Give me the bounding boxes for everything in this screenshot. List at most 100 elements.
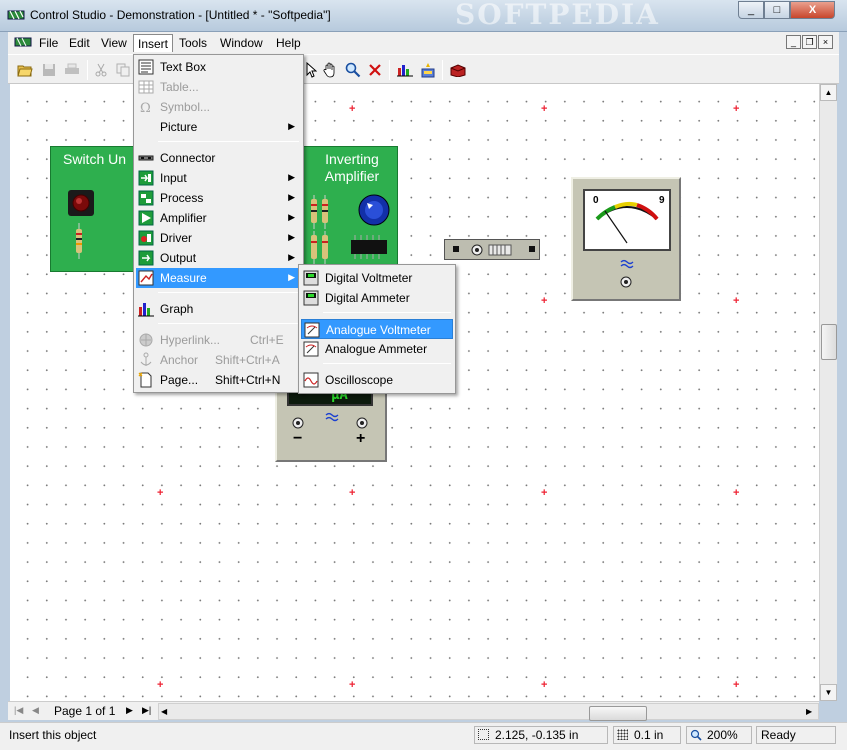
insert-menu: Text Box Table... Ω Symbol... Picture ▶ … [133, 54, 304, 393]
terminal-left [453, 246, 459, 252]
menu-item-anchor[interactable]: Anchor Shift+Ctrl+A [136, 350, 301, 370]
menu-item-table[interactable]: Table... [136, 77, 301, 97]
horizontal-scrollbar[interactable]: ◀ ▶ [158, 703, 819, 721]
menu-help[interactable]: Help [272, 34, 305, 52]
menu-item-label: Hyperlink... [160, 333, 221, 347]
menu-item-label: Connector [160, 151, 216, 165]
plus-label: + [356, 430, 366, 447]
menu-item-analogue-voltmeter[interactable]: Analogue Voltmeter [301, 319, 453, 339]
menu-item-input[interactable]: Input ▶ [136, 168, 301, 188]
menu-item-connector[interactable]: Connector [136, 148, 301, 168]
menu-edit[interactable]: Edit [65, 34, 94, 52]
menu-item-analogue-ammeter[interactable]: Analogue Ammeter [301, 339, 453, 359]
menu-item-process[interactable]: Process ▶ [136, 188, 301, 208]
zoom-panel[interactable]: 200% [686, 726, 752, 744]
state-panel: Ready [756, 726, 836, 744]
menu-file[interactable]: File [35, 34, 62, 52]
toolbar-separator [87, 60, 88, 80]
menu-item-hyperlink[interactable]: Hyperlink... Ctrl+E [136, 330, 301, 350]
vertical-scroll-thumb[interactable] [821, 324, 837, 360]
print-icon[interactable] [63, 61, 81, 79]
prev-page-icon[interactable]: ◀ [32, 705, 39, 716]
analogue-voltmeter-component[interactable]: 0 9 [571, 177, 681, 301]
doc-minimize-button[interactable]: _ [786, 35, 801, 49]
hand-pan-icon[interactable] [321, 61, 339, 79]
menu-item-oscilloscope[interactable]: Oscilloscope [301, 370, 453, 390]
measure-icon [138, 270, 154, 286]
title-bar[interactable]: Control Studio - Demonstration - [Untitl… [0, 0, 847, 32]
vertical-scrollbar[interactable]: ▲ ▼ [819, 84, 837, 701]
submenu-arrow-icon: ▶ [288, 252, 295, 262]
doc-close-button[interactable]: × [818, 35, 833, 49]
menu-window[interactable]: Window [216, 34, 267, 52]
grid-marker: + [349, 487, 356, 499]
zoom-icon[interactable] [344, 61, 362, 79]
minimize-button[interactable]: _ [738, 1, 764, 19]
component-library-icon[interactable] [449, 61, 467, 79]
grid-marker: + [541, 487, 548, 499]
doc-restore-button[interactable]: ❐ [802, 35, 817, 49]
scroll-left-arrow-icon[interactable]: ◀ [161, 707, 167, 716]
first-page-icon[interactable]: |◀ [14, 705, 23, 716]
menu-item-measure[interactable]: Measure ▶ [136, 268, 301, 288]
maximize-button[interactable]: □ [764, 1, 790, 19]
connector-icon [138, 155, 154, 161]
last-page-icon[interactable]: ▶| [142, 705, 151, 716]
scroll-down-arrow-icon[interactable]: ▼ [820, 684, 837, 701]
delete-icon[interactable] [366, 61, 384, 79]
menu-item-amplifier[interactable]: Amplifier ▶ [136, 208, 301, 228]
menu-item-graph[interactable]: Graph [136, 299, 301, 319]
close-button[interactable]: X [790, 1, 835, 19]
copy-icon[interactable] [114, 61, 132, 79]
switch-unit-block[interactable]: Switch Un [50, 146, 145, 272]
menu-item-driver[interactable]: Driver ▶ [136, 228, 301, 248]
measure-submenu: Digital Voltmeter Digital Ammeter Analog… [298, 264, 456, 394]
omega-symbol-icon: Ω [140, 101, 151, 115]
submenu-arrow-icon: ▶ [288, 232, 295, 242]
app-icon[interactable] [7, 8, 25, 22]
grid-marker: + [157, 679, 164, 691]
menu-item-shortcut: Ctrl+E [250, 333, 284, 347]
menu-item-label: Process [160, 191, 204, 205]
document-icon[interactable] [14, 35, 32, 49]
potentiometer-knob-icon [358, 194, 390, 226]
status-message: Insert this object [9, 728, 97, 742]
menu-item-picture[interactable]: Picture ▶ [136, 117, 301, 137]
menu-item-digital-voltmeter[interactable]: Digital Voltmeter [301, 268, 453, 288]
menu-insert[interactable]: Insert [133, 34, 174, 52]
menu-separator [158, 323, 299, 324]
horizontal-scroll-thumb[interactable] [589, 706, 647, 721]
resistor-pair-icon [311, 195, 328, 265]
menu-item-digital-ammeter[interactable]: Digital Ammeter [301, 288, 453, 308]
scroll-up-arrow-icon[interactable]: ▲ [820, 84, 837, 101]
save-icon[interactable] [40, 61, 58, 79]
status-bar: Insert this object 2.125, -0.135 in 0.1 … [0, 722, 847, 750]
toolbar-separator [442, 60, 443, 80]
menu-tools[interactable]: Tools [175, 34, 211, 52]
open-folder-icon[interactable] [16, 61, 34, 79]
menu-item-text-box[interactable]: Text Box [136, 57, 301, 77]
scroll-right-arrow-icon[interactable]: ▶ [806, 707, 812, 716]
resistor-icon [76, 223, 82, 259]
cut-icon[interactable] [92, 61, 110, 79]
dc-symbol-icon [325, 412, 339, 422]
grid-size-value: 0.1 in [634, 728, 664, 742]
grid-marker: + [541, 679, 548, 691]
output-icon [138, 250, 154, 266]
insert-symbol-icon[interactable] [419, 61, 437, 79]
menu-view[interactable]: View [97, 34, 131, 52]
menu-item-output[interactable]: Output ▶ [136, 248, 301, 268]
grid-marker: + [733, 487, 740, 499]
pointer-icon[interactable] [302, 61, 320, 79]
menu-item-symbol[interactable]: Ω Symbol... [136, 97, 301, 117]
connector-widget[interactable] [444, 239, 540, 260]
amplifier-icon [138, 210, 154, 226]
next-page-icon[interactable]: ▶ [126, 705, 133, 716]
coordinates-value: 2.125, -0.135 in [495, 728, 579, 742]
amplifier-title-line2: Amplifier [324, 168, 380, 184]
menu-item-page[interactable]: Page... Shift+Ctrl+N [136, 370, 301, 390]
graph-icon[interactable] [396, 61, 414, 79]
inverting-amplifier-block[interactable]: Inverting Amplifier [302, 146, 398, 272]
text-box-icon [138, 59, 154, 75]
grid-icon [617, 729, 628, 740]
